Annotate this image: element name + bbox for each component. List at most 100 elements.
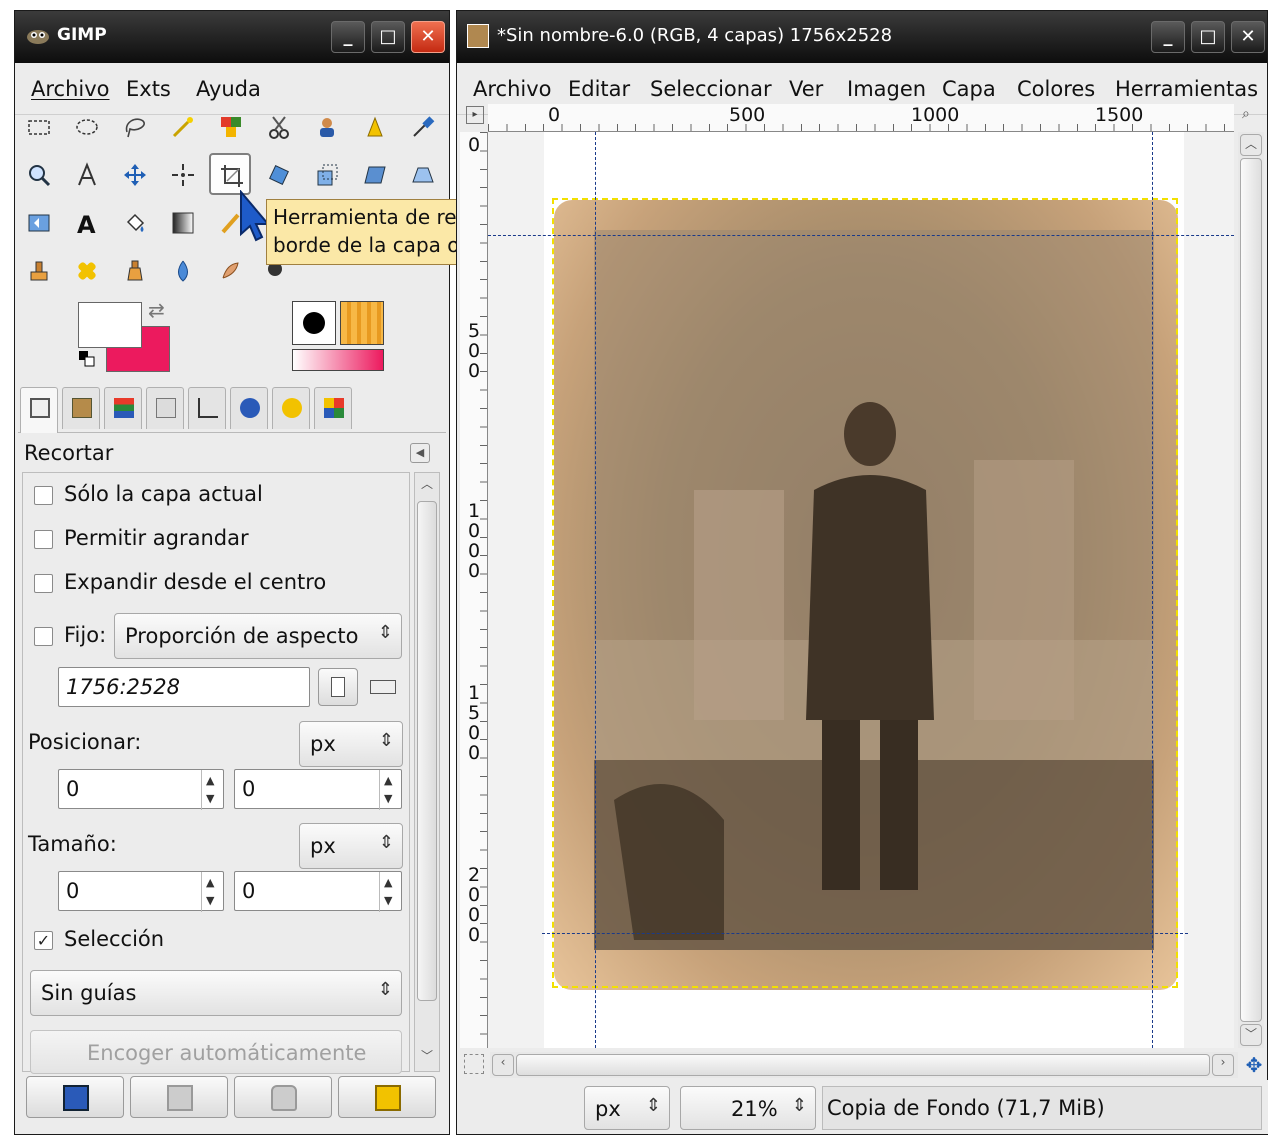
tool-ellipse-select[interactable] <box>66 106 108 148</box>
tool-move[interactable] <box>114 154 156 196</box>
unit-combo[interactable]: px ⇕ <box>584 1086 670 1130</box>
position-x-spinner[interactable]: ▲ ▼ <box>201 770 223 810</box>
scroll-thumb[interactable] <box>516 1054 1210 1076</box>
tool-rect-select[interactable] <box>18 106 60 148</box>
ratio-entry[interactable]: 1756:2528 <box>58 667 310 707</box>
selection-checkbox[interactable]: ✓ <box>34 931 53 950</box>
menu-seleccionar[interactable]: Seleccionar <box>650 77 772 101</box>
size-w-spinner[interactable]: ▲ ▼ <box>201 872 223 912</box>
zoom-combo[interactable]: 21% ⇕ <box>680 1086 816 1130</box>
toolbox-titlebar[interactable]: GIMP _ □ ✕ <box>15 11 449 63</box>
pattern-preview[interactable] <box>340 301 384 345</box>
tool-blur[interactable] <box>162 250 204 292</box>
tool-crop[interactable] <box>209 153 251 195</box>
swap-colors-icon[interactable]: ⇄ <box>148 298 165 322</box>
maximize-button[interactable]: □ <box>371 21 405 53</box>
panel-menu-icon[interactable]: ◀ <box>410 443 430 463</box>
tool-heal[interactable] <box>66 250 108 292</box>
fixed-mode-combo[interactable]: Proporción de aspecto ⇕ <box>114 613 402 659</box>
menu-capa[interactable]: Capa <box>942 77 996 101</box>
tool-clone[interactable] <box>18 250 60 292</box>
tool-flip[interactable] <box>18 202 60 244</box>
menu-herramientas[interactable]: Herramientas <box>1115 77 1258 101</box>
ruler-corner-icon[interactable]: ▸ <box>466 106 484 124</box>
tool-foreground-select[interactable] <box>306 106 348 148</box>
menu-editar[interactable]: Editar <box>568 77 630 101</box>
allow-growing-checkbox[interactable] <box>34 530 53 549</box>
reset-options-button[interactable] <box>338 1076 436 1118</box>
navigate-icon[interactable]: ⌕ <box>1242 106 1264 128</box>
fixed-checkbox[interactable] <box>34 627 53 646</box>
landscape-button[interactable] <box>364 668 404 706</box>
canvas-horizontal-scrollbar[interactable]: ‹ › <box>490 1052 1238 1078</box>
quick-mask-icon[interactable] <box>464 1054 484 1074</box>
delete-options-button[interactable] <box>234 1076 332 1118</box>
menu-archivo[interactable]: Archivo <box>31 77 110 101</box>
tool-measure[interactable] <box>66 154 108 196</box>
tool-zoom[interactable] <box>18 154 60 196</box>
tool-perspective[interactable] <box>402 154 444 196</box>
scroll-right-icon[interactable]: › <box>1212 1054 1234 1076</box>
guides-combo[interactable]: Sin guías ⇕ <box>30 970 402 1016</box>
only-current-layer-checkbox[interactable] <box>34 486 53 505</box>
vertical-ruler[interactable]: 0 500 1000 1500 2000 <box>460 132 488 1048</box>
expand-from-center-checkbox[interactable] <box>34 574 53 593</box>
horizontal-ruler[interactable]: 0 500 1000 1500 <box>488 104 1234 132</box>
brush-preview[interactable] <box>292 301 336 345</box>
size-h-spinner[interactable]: ▲ ▼ <box>379 872 401 912</box>
position-unit-combo[interactable]: px ⇕ <box>299 721 403 767</box>
options-scrollbar[interactable]: ︿ ﹀ <box>414 472 440 1072</box>
scroll-thumb[interactable] <box>1240 158 1262 1022</box>
size-unit-combo[interactable]: px ⇕ <box>299 823 403 869</box>
canvas-vertical-scrollbar[interactable]: ︿ ﹀ <box>1238 132 1264 1048</box>
tool-scale[interactable] <box>306 154 348 196</box>
size-h-entry[interactable]: 0 ▲ ▼ <box>234 871 402 912</box>
scroll-down-icon[interactable]: ﹀ <box>417 1047 437 1069</box>
gradient-preview[interactable] <box>292 349 384 371</box>
size-w-entry[interactable]: 0 ▲ ▼ <box>58 871 224 912</box>
tool-color-picker[interactable] <box>402 106 444 148</box>
tool-scissors[interactable] <box>258 106 300 148</box>
navigate-move-icon[interactable]: ✥ <box>1242 1054 1266 1078</box>
scroll-up-icon[interactable]: ︿ <box>1240 134 1262 156</box>
tool-bucket-fill[interactable] <box>114 202 156 244</box>
tool-align[interactable] <box>162 154 204 196</box>
menu-ver[interactable]: Ver <box>789 77 823 101</box>
tool-paths[interactable] <box>354 106 396 148</box>
tab-channels[interactable] <box>146 387 184 429</box>
tab-layers[interactable] <box>104 387 142 429</box>
tab-undo[interactable] <box>230 387 268 429</box>
portrait-button[interactable] <box>318 668 358 706</box>
tab-device-status[interactable] <box>62 387 100 429</box>
tool-text[interactable]: A <box>66 202 108 244</box>
close-button[interactable]: ✕ <box>1231 21 1265 53</box>
menu-imagen[interactable]: Imagen <box>847 77 926 101</box>
minimize-button[interactable]: _ <box>331 21 365 53</box>
close-button[interactable]: ✕ <box>411 21 445 53</box>
restore-options-button[interactable] <box>130 1076 228 1118</box>
scroll-up-icon[interactable]: ︿ <box>417 475 437 497</box>
tool-smudge[interactable] <box>210 250 252 292</box>
position-y-spinner[interactable]: ▲ ▼ <box>379 770 401 810</box>
tab-patterns[interactable] <box>314 387 352 429</box>
image-titlebar[interactable]: *Sin nombre-6.0 (RGB, 4 capas) 1756x2528… <box>457 11 1267 63</box>
position-x-entry[interactable]: 0 ▲ ▼ <box>58 769 224 810</box>
tool-gradient[interactable] <box>162 202 204 244</box>
default-colors-icon[interactable] <box>78 350 96 368</box>
tool-perspective-clone[interactable] <box>114 250 156 292</box>
minimize-button[interactable]: _ <box>1151 21 1185 53</box>
save-options-button[interactable] <box>26 1076 124 1118</box>
tool-lasso[interactable] <box>114 106 156 148</box>
position-y-entry[interactable]: 0 ▲ ▼ <box>234 769 402 810</box>
tab-brushes[interactable] <box>272 387 310 429</box>
scroll-thumb[interactable] <box>417 501 437 1001</box>
menu-archivo[interactable]: Archivo <box>473 77 552 101</box>
tab-paths[interactable] <box>188 387 226 429</box>
menu-ayuda[interactable]: Ayuda <box>196 77 261 101</box>
tab-tool-options[interactable] <box>20 387 58 433</box>
menu-colores[interactable]: Colores <box>1017 77 1095 101</box>
tool-fuzzy-select[interactable] <box>162 106 204 148</box>
tool-shear[interactable] <box>354 154 396 196</box>
auto-shrink-button[interactable]: Encoger automáticamente <box>30 1030 402 1074</box>
foreground-color-swatch[interactable] <box>78 302 142 348</box>
